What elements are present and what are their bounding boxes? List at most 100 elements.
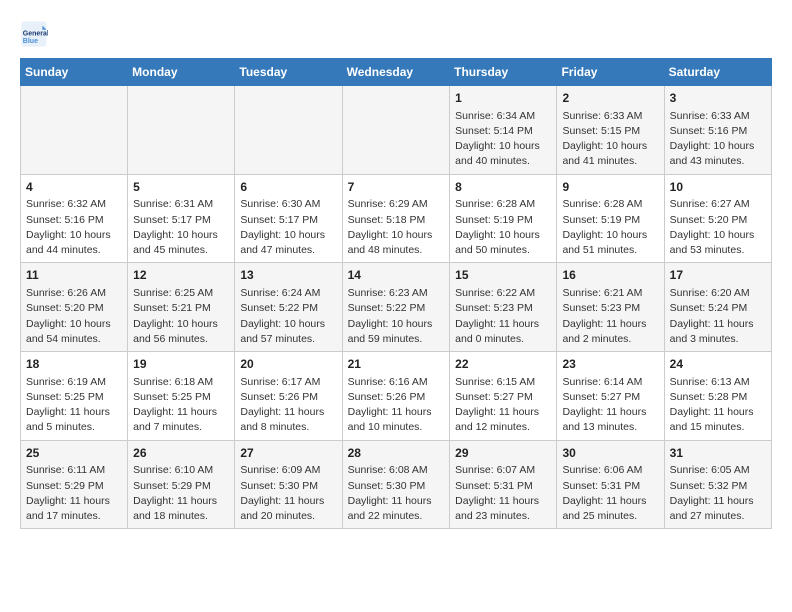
cell-content: Sunrise: 6:28 AM Sunset: 5:19 PM Dayligh… xyxy=(455,197,551,258)
day-number: 28 xyxy=(348,445,445,462)
day-number: 12 xyxy=(133,267,229,284)
cell-content: Sunrise: 6:25 AM Sunset: 5:21 PM Dayligh… xyxy=(133,286,229,347)
cell-content: Sunrise: 6:22 AM Sunset: 5:23 PM Dayligh… xyxy=(455,286,551,347)
day-number: 22 xyxy=(455,356,551,373)
cell-content: Sunrise: 6:18 AM Sunset: 5:25 PM Dayligh… xyxy=(133,375,229,436)
calendar-cell xyxy=(21,86,128,175)
cell-content: Sunrise: 6:16 AM Sunset: 5:26 PM Dayligh… xyxy=(348,375,445,436)
cell-content: Sunrise: 6:17 AM Sunset: 5:26 PM Dayligh… xyxy=(240,375,336,436)
cell-content: Sunrise: 6:21 AM Sunset: 5:23 PM Dayligh… xyxy=(562,286,658,347)
header-monday: Monday xyxy=(128,59,235,86)
logo-icon: General Blue xyxy=(20,20,48,48)
day-number: 18 xyxy=(26,356,122,373)
calendar-cell: 25Sunrise: 6:11 AM Sunset: 5:29 PM Dayli… xyxy=(21,440,128,529)
calendar-cell xyxy=(342,86,450,175)
calendar-cell: 5Sunrise: 6:31 AM Sunset: 5:17 PM Daylig… xyxy=(128,174,235,263)
day-number: 15 xyxy=(455,267,551,284)
cell-content: Sunrise: 6:05 AM Sunset: 5:32 PM Dayligh… xyxy=(670,463,766,524)
calendar-cell: 27Sunrise: 6:09 AM Sunset: 5:30 PM Dayli… xyxy=(235,440,342,529)
day-number: 29 xyxy=(455,445,551,462)
calendar-cell: 1Sunrise: 6:34 AM Sunset: 5:14 PM Daylig… xyxy=(450,86,557,175)
calendar-cell: 21 Sunrise: 6:16 AM Sunset: 5:26 PM Dayli… xyxy=(342,352,450,441)
calendar-cell: 6Sunrise: 6:30 AM Sunset: 5:17 PM Daylig… xyxy=(235,174,342,263)
cell-content: Sunrise: 6:20 AM Sunset: 5:24 PM Dayligh… xyxy=(670,286,766,347)
calendar-cell: 13Sunrise: 6:24 AM Sunset: 5:22 PM Dayli… xyxy=(235,263,342,352)
cell-content: Sunrise: 6:06 AM Sunset: 5:31 PM Dayligh… xyxy=(562,463,658,524)
calendar-cell: 19Sunrise: 6:18 AM Sunset: 5:25 PM Dayli… xyxy=(128,352,235,441)
calendar-cell: 18 Sunrise: 6:19 AM Sunset: 5:25 PM Dayli… xyxy=(21,352,128,441)
header-saturday: Saturday xyxy=(664,59,771,86)
calendar-cell: 24Sunrise: 6:13 AM Sunset: 5:28 PM Dayli… xyxy=(664,352,771,441)
calendar-cell: 22 Sunrise: 6:15 AM Sunset: 5:27 PM Dayli… xyxy=(450,352,557,441)
day-number: 5 xyxy=(133,179,229,196)
cell-content: Sunrise: 6:27 AM Sunset: 5:20 PM Dayligh… xyxy=(670,197,766,258)
day-number: 11 xyxy=(26,267,122,284)
logo: General Blue xyxy=(20,20,52,48)
calendar-cell xyxy=(235,86,342,175)
calendar-week-row: 4Sunrise: 6:32 AM Sunset: 5:16 PM Daylig… xyxy=(21,174,772,263)
header-sunday: Sunday xyxy=(21,59,128,86)
day-number: 7 xyxy=(348,179,445,196)
day-number: 8 xyxy=(455,179,551,196)
day-number: 9 xyxy=(562,179,658,196)
day-number: 26 xyxy=(133,445,229,462)
calendar-cell: 11 Sunrise: 6:26 AM Sunset: 5:20 PM Dayli… xyxy=(21,263,128,352)
calendar-week-row: 18 Sunrise: 6:19 AM Sunset: 5:25 PM Dayli… xyxy=(21,352,772,441)
cell-content: Sunrise: 6:10 AM Sunset: 5:29 PM Dayligh… xyxy=(133,463,229,524)
header-thursday: Thursday xyxy=(450,59,557,86)
cell-content: Sunrise: 6:32 AM Sunset: 5:16 PM Dayligh… xyxy=(26,197,122,258)
header-friday: Friday xyxy=(557,59,664,86)
day-number: 17 xyxy=(670,267,766,284)
day-number: 25 xyxy=(26,445,122,462)
day-number: 14 xyxy=(348,267,445,284)
calendar-cell: 16 Sunrise: 6:21 AM Sunset: 5:23 PM Dayli… xyxy=(557,263,664,352)
cell-content: Sunrise: 6:14 AM Sunset: 5:27 PM Dayligh… xyxy=(562,375,658,436)
cell-content: Sunrise: 6:09 AM Sunset: 5:30 PM Dayligh… xyxy=(240,463,336,524)
calendar-week-row: 25Sunrise: 6:11 AM Sunset: 5:29 PM Dayli… xyxy=(21,440,772,529)
cell-content: Sunrise: 6:11 AM Sunset: 5:29 PM Dayligh… xyxy=(26,463,122,524)
calendar-cell: 2 Sunrise: 6:33 AM Sunset: 5:15 PM Daylig… xyxy=(557,86,664,175)
svg-text:Blue: Blue xyxy=(23,38,38,45)
cell-content: Sunrise: 6:31 AM Sunset: 5:17 PM Dayligh… xyxy=(133,197,229,258)
calendar-cell: 30Sunrise: 6:06 AM Sunset: 5:31 PM Dayli… xyxy=(557,440,664,529)
cell-content: Sunrise: 6:24 AM Sunset: 5:22 PM Dayligh… xyxy=(240,286,336,347)
day-number: 27 xyxy=(240,445,336,462)
calendar-cell: 4Sunrise: 6:32 AM Sunset: 5:16 PM Daylig… xyxy=(21,174,128,263)
svg-text:General: General xyxy=(23,30,48,37)
calendar-cell: 31Sunrise: 6:05 AM Sunset: 5:32 PM Dayli… xyxy=(664,440,771,529)
page-header: General Blue xyxy=(20,20,772,48)
calendar-cell xyxy=(128,86,235,175)
cell-content: Sunrise: 6:28 AM Sunset: 5:19 PM Dayligh… xyxy=(562,197,658,258)
calendar-cell: 7Sunrise: 6:29 AM Sunset: 5:18 PM Daylig… xyxy=(342,174,450,263)
cell-content: Sunrise: 6:33 AM Sunset: 5:15 PM Dayligh… xyxy=(562,109,658,170)
day-number: 23 xyxy=(562,356,658,373)
day-number: 6 xyxy=(240,179,336,196)
calendar-cell: 20 Sunrise: 6:17 AM Sunset: 5:26 PM Dayli… xyxy=(235,352,342,441)
cell-content: Sunrise: 6:15 AM Sunset: 5:27 PM Dayligh… xyxy=(455,375,551,436)
cell-content: Sunrise: 6:13 AM Sunset: 5:28 PM Dayligh… xyxy=(670,375,766,436)
day-number: 20 xyxy=(240,356,336,373)
calendar-cell: 12 Sunrise: 6:25 AM Sunset: 5:21 PM Dayli… xyxy=(128,263,235,352)
day-number: 16 xyxy=(562,267,658,284)
cell-content: Sunrise: 6:08 AM Sunset: 5:30 PM Dayligh… xyxy=(348,463,445,524)
calendar-cell: 28Sunrise: 6:08 AM Sunset: 5:30 PM Dayli… xyxy=(342,440,450,529)
day-number: 10 xyxy=(670,179,766,196)
header-wednesday: Wednesday xyxy=(342,59,450,86)
calendar-cell: 10Sunrise: 6:27 AM Sunset: 5:20 PM Dayli… xyxy=(664,174,771,263)
cell-content: Sunrise: 6:33 AM Sunset: 5:16 PM Dayligh… xyxy=(670,109,766,170)
day-number: 31 xyxy=(670,445,766,462)
day-number: 1 xyxy=(455,90,551,107)
day-number: 2 xyxy=(562,90,658,107)
header-tuesday: Tuesday xyxy=(235,59,342,86)
cell-content: Sunrise: 6:07 AM Sunset: 5:31 PM Dayligh… xyxy=(455,463,551,524)
calendar-cell: 8Sunrise: 6:28 AM Sunset: 5:19 PM Daylig… xyxy=(450,174,557,263)
cell-content: Sunrise: 6:19 AM Sunset: 5:25 PM Dayligh… xyxy=(26,375,122,436)
day-number: 4 xyxy=(26,179,122,196)
calendar-cell: 14Sunrise: 6:23 AM Sunset: 5:22 PM Dayli… xyxy=(342,263,450,352)
calendar-cell: 29Sunrise: 6:07 AM Sunset: 5:31 PM Dayli… xyxy=(450,440,557,529)
day-number: 3 xyxy=(670,90,766,107)
cell-content: Sunrise: 6:29 AM Sunset: 5:18 PM Dayligh… xyxy=(348,197,445,258)
calendar-cell: 15 Sunrise: 6:22 AM Sunset: 5:23 PM Dayli… xyxy=(450,263,557,352)
day-number: 21 xyxy=(348,356,445,373)
cell-content: Sunrise: 6:26 AM Sunset: 5:20 PM Dayligh… xyxy=(26,286,122,347)
